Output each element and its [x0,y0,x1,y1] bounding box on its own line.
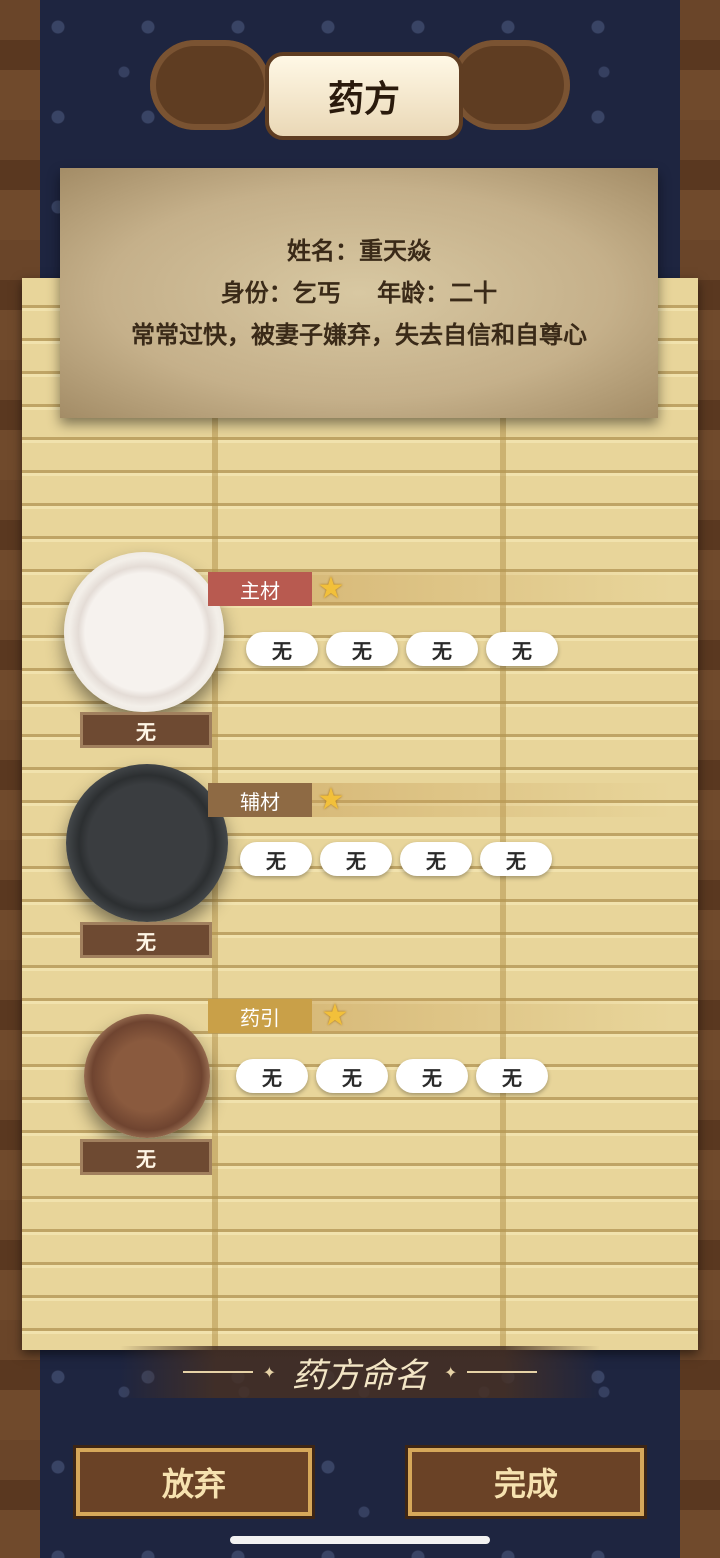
patient-age: 年龄：二十 [377,279,498,307]
tag-main-ingredient: 主材 [208,572,312,606]
main-ingredient-label: 无 [80,712,212,748]
title-banner: 药方 [150,40,570,145]
prescription-name-label: 药方命名 [292,1355,428,1396]
home-indicator[interactable] [230,1536,490,1544]
guide-ingredient-bowl[interactable] [84,1014,210,1138]
sparkle-icon: ✦ [444,1362,458,1382]
tag-aux-ingredient: 辅材 [208,783,312,817]
divider [182,1371,253,1373]
tag-band [312,572,672,606]
ingredient-slot[interactable]: 无 [240,842,312,876]
aux-ingredient-plate[interactable] [66,764,228,922]
aux-ingredient-label: 无 [80,922,212,958]
star-icon: ★ [317,782,345,817]
ingredient-slot[interactable]: 无 [480,842,552,876]
cloud-ornament-right [450,40,570,130]
star-icon: ★ [317,571,345,606]
divider [467,1371,538,1373]
ingredient-slot[interactable]: 无 [396,1059,468,1093]
patient-identity-age: 身份：乞丐 年龄：二十 [207,272,511,314]
star-icon: ★ [321,998,349,1033]
ingredient-slot[interactable]: 无 [316,1059,388,1093]
ingredient-slot[interactable]: 无 [236,1059,308,1093]
ingredient-slot[interactable]: 无 [400,842,472,876]
patient-name: 姓名：重天焱 [287,237,431,265]
ingredient-slot[interactable]: 无 [476,1059,548,1093]
tag-band [312,783,672,817]
page-title: 药方 [265,52,463,140]
done-button[interactable]: 完成 [405,1445,647,1519]
prescription-name-field[interactable]: ✦ 药方命名 ✦ [120,1346,600,1398]
ingredient-slot[interactable]: 无 [406,632,478,666]
ingredient-slot[interactable]: 无 [486,632,558,666]
guide-ingredient-slots: 无 无 无 无 [236,1059,548,1093]
ingredient-slot[interactable]: 无 [326,632,398,666]
give-up-button[interactable]: 放弃 [73,1445,315,1519]
guide-ingredient-label: 无 [80,1139,212,1175]
tag-guide-ingredient: 药引 [208,999,312,1033]
main-ingredient-plate[interactable] [64,552,224,712]
patient-info-parchment: 姓名：重天焱 身份：乞丐 年龄：二十 常常过快，被妻子嫌弃，失去自信和自尊心 [60,168,658,418]
main-ingredient-slots: 无 无 无 无 [246,632,558,666]
aux-ingredient-slots: 无 无 无 无 [240,842,552,876]
cloud-ornament-left [150,40,270,130]
ingredient-slot[interactable]: 无 [320,842,392,876]
patient-identity: 身份：乞丐 [220,279,341,307]
sparkle-icon: ✦ [262,1362,276,1382]
patient-complaint: 常常过快，被妻子嫌弃，失去自信和自尊心 [131,321,587,349]
tag-band [312,999,672,1033]
ingredient-slot[interactable]: 无 [246,632,318,666]
